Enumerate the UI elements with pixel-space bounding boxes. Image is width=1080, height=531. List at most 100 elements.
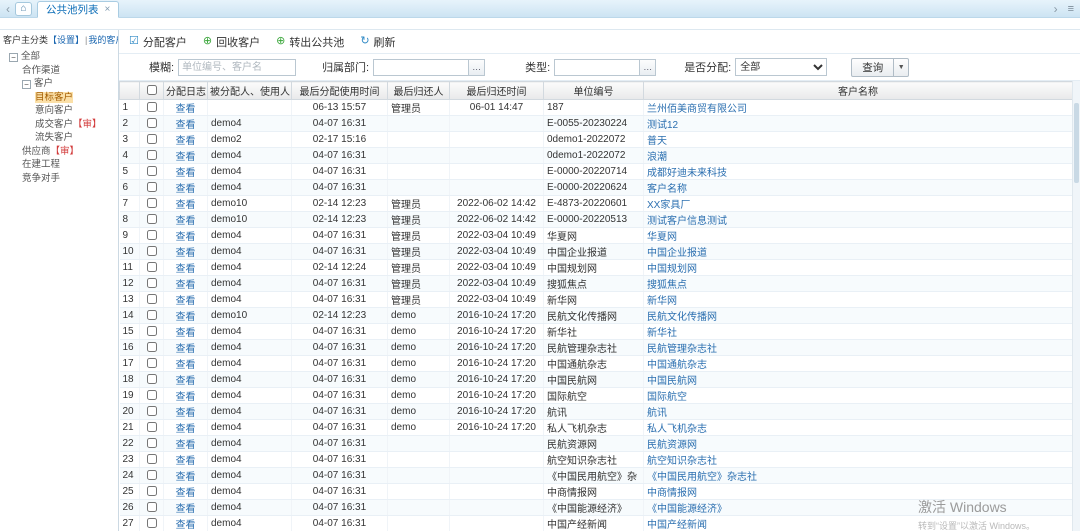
- row-checkbox[interactable]: [146, 358, 157, 369]
- column-header[interactable]: 最后归还人: [387, 81, 450, 100]
- search-button[interactable]: 查询: [851, 57, 895, 77]
- column-header[interactable]: 最后归还时间: [449, 81, 544, 100]
- view-log-link[interactable]: 查看: [176, 520, 196, 531]
- row-checkbox[interactable]: [146, 166, 157, 177]
- view-log-link[interactable]: 查看: [176, 488, 196, 499]
- sidebar-settings-link[interactable]: 【设置】: [48, 35, 84, 45]
- dept-picker-button[interactable]: …: [469, 58, 486, 76]
- view-log-link[interactable]: 查看: [176, 312, 196, 323]
- customer-name-link[interactable]: 航空知识杂志社: [647, 456, 717, 467]
- type-input[interactable]: [554, 58, 641, 76]
- view-log-link[interactable]: 查看: [176, 408, 196, 419]
- row-checkbox[interactable]: [146, 118, 157, 129]
- customer-name-link[interactable]: 兰州佰美商贸有限公司: [647, 104, 747, 115]
- view-log-link[interactable]: 查看: [176, 184, 196, 195]
- row-checkbox[interactable]: [146, 518, 157, 529]
- row-checkbox[interactable]: [146, 454, 157, 465]
- customer-name-link[interactable]: 中国民航网: [647, 376, 697, 387]
- customer-name-link[interactable]: 《中国民用航空》杂志社: [647, 472, 757, 483]
- row-checkbox[interactable]: [146, 406, 157, 417]
- view-log-link[interactable]: 查看: [176, 200, 196, 211]
- view-log-link[interactable]: 查看: [176, 344, 196, 355]
- customer-name-link[interactable]: 新华社: [647, 328, 677, 339]
- view-log-link[interactable]: 查看: [176, 424, 196, 435]
- assign-customer-button[interactable]: ☑ 分配客户: [129, 34, 187, 50]
- row-checkbox[interactable]: [146, 214, 157, 225]
- row-checkbox[interactable]: [146, 246, 157, 257]
- customer-name-link[interactable]: 民航管理杂志社: [647, 344, 717, 355]
- customer-name-link[interactable]: 中商情报网: [647, 488, 697, 499]
- dept-input[interactable]: [373, 58, 470, 76]
- tab-public-pool-list[interactable]: 公共池列表 ×: [37, 1, 120, 18]
- type-picker-button[interactable]: …: [640, 58, 657, 76]
- view-log-link[interactable]: 查看: [176, 440, 196, 451]
- sidebar-myview-link[interactable]: 我的客户视图: [88, 35, 118, 45]
- view-log-link[interactable]: 查看: [176, 104, 196, 115]
- row-checkbox[interactable]: [146, 150, 157, 161]
- tree-item[interactable]: 在建工程: [3, 158, 118, 172]
- view-log-link[interactable]: 查看: [176, 152, 196, 163]
- row-checkbox[interactable]: [146, 486, 157, 497]
- row-checkbox[interactable]: [146, 374, 157, 385]
- view-log-link[interactable]: 查看: [176, 328, 196, 339]
- tree-item[interactable]: 成交客户【审】: [3, 118, 118, 132]
- customer-name-link[interactable]: 客户名称: [647, 184, 687, 195]
- customer-name-link[interactable]: 中国企业报道: [647, 248, 707, 259]
- row-checkbox[interactable]: [146, 294, 157, 305]
- select-all-checkbox[interactable]: [146, 85, 157, 96]
- row-checkbox[interactable]: [146, 342, 157, 353]
- view-log-link[interactable]: 查看: [176, 376, 196, 387]
- tab-close-icon[interactable]: ×: [105, 4, 111, 15]
- view-log-link[interactable]: 查看: [176, 264, 196, 275]
- customer-name-link[interactable]: 华夏网: [647, 232, 677, 243]
- view-log-link[interactable]: 查看: [176, 360, 196, 371]
- view-log-link[interactable]: 查看: [176, 136, 196, 147]
- customer-name-link[interactable]: 浪潮: [647, 152, 667, 163]
- customer-name-link[interactable]: 国际航空: [647, 392, 687, 403]
- customer-name-link[interactable]: 民航文化传播网: [647, 312, 717, 323]
- column-header[interactable]: 被分配人、使用人: [207, 81, 292, 100]
- row-checkbox[interactable]: [146, 102, 157, 113]
- customer-name-link[interactable]: 民航资源网: [647, 440, 697, 451]
- scrollbar-thumb[interactable]: [1074, 103, 1079, 183]
- row-checkbox[interactable]: [146, 326, 157, 337]
- view-log-link[interactable]: 查看: [176, 232, 196, 243]
- customer-name-link[interactable]: 《中国能源经济》: [647, 504, 727, 515]
- home-icon[interactable]: ⌂: [15, 1, 32, 16]
- refresh-button[interactable]: ↻ 刷新: [360, 34, 395, 50]
- customer-name-link[interactable]: 私人飞机杂志: [647, 424, 707, 435]
- row-checkbox[interactable]: [146, 310, 157, 321]
- view-log-link[interactable]: 查看: [176, 392, 196, 403]
- column-header[interactable]: 分配日志: [163, 81, 208, 100]
- row-checkbox[interactable]: [146, 502, 157, 513]
- row-checkbox[interactable]: [146, 438, 157, 449]
- customer-name-link[interactable]: XX家具厂: [647, 200, 690, 211]
- view-log-link[interactable]: 查看: [176, 472, 196, 483]
- row-checkbox[interactable]: [146, 422, 157, 433]
- row-checkbox[interactable]: [146, 262, 157, 273]
- tree-collapse-icon[interactable]: −: [22, 80, 31, 89]
- row-checkbox[interactable]: [146, 470, 157, 481]
- customer-name-link[interactable]: 中国通航杂志: [647, 360, 707, 371]
- customer-name-link[interactable]: 搜狐焦点: [647, 280, 687, 291]
- view-log-link[interactable]: 查看: [176, 280, 196, 291]
- row-checkbox[interactable]: [146, 134, 157, 145]
- row-checkbox[interactable]: [146, 230, 157, 241]
- view-log-link[interactable]: 查看: [176, 296, 196, 307]
- assigned-select[interactable]: 全部: [735, 58, 828, 76]
- tree-item[interactable]: 意向客户: [3, 104, 118, 118]
- column-header[interactable]: 单位编号: [543, 81, 644, 100]
- customer-name-link[interactable]: 成都好迪未来科技: [647, 168, 727, 179]
- customer-name-link[interactable]: 测试客户信息测试: [647, 216, 727, 227]
- view-log-link[interactable]: 查看: [176, 168, 196, 179]
- tree-item[interactable]: 竞争对手: [3, 172, 118, 186]
- tab-list-icon[interactable]: ≡: [1068, 3, 1074, 15]
- tree-item[interactable]: 合作渠道: [3, 64, 118, 78]
- tree-item[interactable]: − 客户: [3, 77, 118, 91]
- fuzzy-input[interactable]: [178, 58, 297, 76]
- column-header[interactable]: 客户名称: [643, 81, 1073, 100]
- customer-name-link[interactable]: 中国规划网: [647, 264, 697, 275]
- view-log-link[interactable]: 查看: [176, 248, 196, 259]
- row-checkbox[interactable]: [146, 278, 157, 289]
- view-log-link[interactable]: 查看: [176, 120, 196, 131]
